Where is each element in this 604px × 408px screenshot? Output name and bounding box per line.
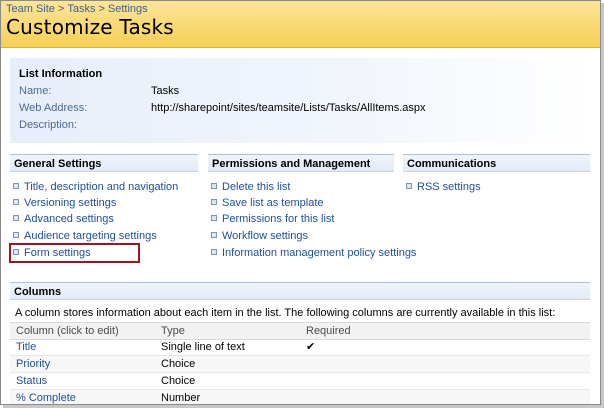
columns-description: A column stores information about each i… — [15, 307, 556, 319]
breadcrumb-team-site[interactable]: Team Site — [6, 3, 55, 15]
workflow-settings-link[interactable]: Workflow settings — [211, 230, 308, 242]
breadcrumb-settings: Settings — [107, 3, 148, 15]
columns-heading: Columns — [10, 282, 590, 300]
table-row: % Complete Number — [10, 390, 590, 404]
delete-list-link[interactable]: Delete this list — [211, 181, 290, 193]
breadcrumb-separator: > — [98, 3, 105, 15]
bullet-icon — [211, 183, 217, 189]
page-title: Customize Tasks — [6, 15, 174, 39]
table-row: Priority Choice — [10, 356, 590, 373]
web-address-value: http://sharepoint/sites/teamsite/Lists/T… — [151, 102, 426, 114]
name-value: Tasks — [151, 85, 180, 97]
column-header-required: Required — [306, 325, 351, 337]
bullet-icon — [13, 232, 19, 238]
name-label: Name: — [19, 85, 52, 97]
column-header-name: Column (click to edit) — [16, 325, 119, 337]
breadcrumb: Team Site > Tasks > Settings — [6, 3, 148, 15]
bullet-icon — [13, 215, 19, 221]
bullet-icon — [13, 183, 19, 189]
column-name-link[interactable]: % Complete — [16, 392, 76, 404]
column-type: Choice — [161, 358, 196, 370]
column-header-type: Type — [161, 325, 185, 337]
page-header: Team Site > Tasks > Settings Customize Tasks — [1, 1, 600, 48]
rss-settings-link[interactable]: RSS settings — [406, 181, 481, 193]
bullet-icon — [211, 232, 217, 238]
title-description-navigation-link[interactable]: Title, description and navigation — [13, 181, 178, 193]
description-label: Description: — [19, 119, 78, 131]
bullet-icon — [211, 199, 217, 205]
column-name-link[interactable]: Priority — [16, 358, 50, 370]
list-information-heading: List Information — [19, 68, 103, 80]
bullet-icon — [406, 183, 412, 189]
versioning-settings-link[interactable]: Versioning settings — [13, 197, 116, 209]
bullet-icon — [211, 215, 217, 221]
table-row: Title Single line of text ✔ — [10, 339, 590, 356]
columns-table-header: Column (click to edit) Type Required — [10, 322, 590, 340]
table-row: Status Choice — [10, 373, 590, 390]
bullet-icon — [13, 199, 19, 205]
list-information-panel: List Information Name: Tasks Web Address… — [10, 58, 590, 143]
checkmark-icon: ✔ — [306, 341, 316, 353]
save-list-template-link[interactable]: Save list as template — [211, 197, 324, 209]
column-type: Choice — [161, 375, 196, 387]
column-name-link[interactable]: Status — [16, 375, 47, 387]
web-address-label: Web Address: — [19, 102, 88, 114]
audience-targeting-settings-link[interactable]: Audience targeting settings — [13, 230, 157, 242]
breadcrumb-separator: > — [57, 3, 65, 15]
general-settings-heading: General Settings — [10, 154, 198, 172]
breadcrumb-tasks[interactable]: Tasks — [67, 3, 95, 15]
form-settings-highlight-box — [9, 243, 140, 263]
permissions-list-link[interactable]: Permissions for this list — [211, 213, 334, 225]
column-type: Number — [161, 392, 201, 404]
bullet-icon — [211, 249, 217, 255]
information-management-policy-link[interactable]: Information management policy settings — [211, 247, 416, 259]
column-name-link[interactable]: Title — [16, 341, 36, 353]
advanced-settings-link[interactable]: Advanced settings — [13, 213, 114, 225]
window-frame: Team Site > Tasks > Settings Customize Tasks… — [0, 0, 601, 405]
communications-heading: Communications — [403, 154, 590, 172]
column-type: Single line of text — [161, 341, 245, 353]
permissions-management-heading: Permissions and Management — [208, 154, 394, 172]
